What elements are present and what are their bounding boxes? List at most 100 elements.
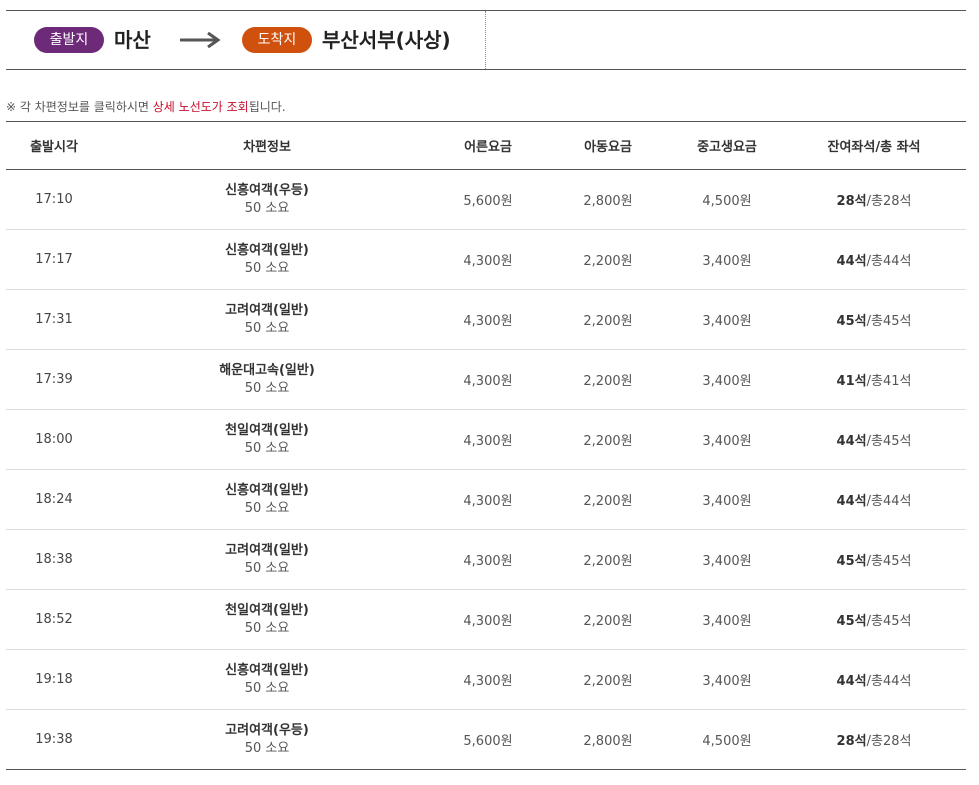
departure-time: 19:18 [35, 672, 73, 687]
adult-fare: 5,600원 [463, 194, 513, 209]
adult-fare: 4,300원 [463, 554, 513, 569]
bus-duration: 50 소요 [244, 380, 290, 396]
seats-total: /총45석 [866, 554, 912, 569]
seats-remaining: 44석 [836, 674, 867, 689]
seat-availability: 28석/총28석 [782, 730, 966, 749]
seats-total: /총44석 [866, 254, 912, 269]
bus-info[interactable]: 신흥여객(우등) 50 소요 [102, 182, 432, 218]
seats-total: /총28석 [866, 734, 912, 749]
table-header: 출발시각 차편정보 어른요금 아동요금 중고생요금 잔여좌석/총 좌석 [6, 122, 966, 170]
seats-total: /총44석 [866, 674, 912, 689]
seats-remaining: 44석 [836, 494, 867, 509]
bus-duration: 50 소요 [244, 500, 290, 516]
click-notice: ※ 각 차편정보를 클릭하시면 상세 노선도가 조회됩니다. [6, 98, 286, 115]
table-row[interactable]: 19:38 고려여객(우등) 50 소요 5,600원 2,800원 4,500원 28석/… [6, 710, 966, 769]
table-row[interactable]: 18:24 신흥여객(일반) 50 소요 4,300원 2,200원 3,400원 44석/… [6, 470, 966, 530]
adult-fare: 4,300원 [463, 374, 513, 389]
bus-company[interactable]: 고려여객(일반) [102, 542, 432, 560]
teen-fare: 3,400원 [702, 314, 752, 329]
departure-time: 18:24 [35, 492, 73, 507]
child-fare: 2,800원 [583, 194, 633, 209]
header-seats: 잔여좌석/총 좌석 [827, 140, 921, 155]
child-fare: 2,200원 [583, 554, 633, 569]
bus-company[interactable]: 천일여객(일반) [102, 422, 432, 440]
table-body: 17:10 신흥여객(우등) 50 소요 5,600원 2,800원 4,500원 28석/… [6, 170, 966, 769]
bus-company[interactable]: 신흥여객(일반) [102, 242, 432, 260]
arrow-right-icon [180, 31, 221, 49]
table-row[interactable]: 17:31 고려여객(일반) 50 소요 4,300원 2,200원 3,400원 45석/… [6, 290, 966, 350]
bus-info[interactable]: 신흥여객(일반) 50 소요 [102, 662, 432, 698]
seat-availability: 44석/총44석 [782, 250, 966, 269]
table-row[interactable]: 17:39 해운대고속(일반) 50 소요 4,300원 2,200원 3,400원 41석… [6, 350, 966, 410]
table-row[interactable]: 19:18 신흥여객(일반) 50 소요 4,300원 2,200원 3,400원 44석/… [6, 650, 966, 710]
seats-total: /총44석 [866, 494, 912, 509]
bus-company[interactable]: 신흥여객(우등) [102, 182, 432, 200]
seats-remaining: 28석 [836, 734, 867, 749]
seats-remaining: 45석 [836, 554, 867, 569]
header-adult-fare: 어른요금 [464, 140, 512, 155]
seat-availability: 45석/총45석 [782, 610, 966, 629]
departure-time: 17:10 [35, 192, 73, 207]
bus-company[interactable]: 해운대고속(일반) [102, 362, 432, 380]
arrival-terminal: 부산서부(사상) [322, 28, 451, 52]
bus-company[interactable]: 천일여객(일반) [102, 602, 432, 620]
route-summary: 출발지 마산 도착지 부산서부(사상) [6, 11, 486, 69]
schedule-table: 출발시각 차편정보 어른요금 아동요금 중고생요금 잔여좌석/총 좌석 17:1… [6, 121, 966, 770]
adult-fare: 4,300원 [463, 434, 513, 449]
teen-fare: 3,400원 [702, 614, 752, 629]
child-fare: 2,200원 [583, 374, 633, 389]
child-fare: 2,200원 [583, 314, 633, 329]
seats-total: /총41석 [866, 374, 912, 389]
seats-total: /총28석 [866, 194, 912, 209]
adult-fare: 4,300원 [463, 254, 513, 269]
departure-time: 17:17 [35, 252, 73, 267]
table-row[interactable]: 18:52 천일여객(일반) 50 소요 4,300원 2,200원 3,400원 45석/… [6, 590, 966, 650]
arrival-badge: 도착지 [242, 27, 312, 53]
teen-fare: 3,400원 [702, 554, 752, 569]
bus-info[interactable]: 신흥여객(일반) 50 소요 [102, 242, 432, 278]
bus-info[interactable]: 천일여객(일반) 50 소요 [102, 602, 432, 638]
departure-time: 19:38 [35, 732, 73, 747]
notice-prefix: ※ 각 차편정보를 클릭하시면 [6, 100, 153, 114]
bus-info[interactable]: 신흥여객(일반) 50 소요 [102, 482, 432, 518]
departure-time: 18:00 [35, 432, 73, 447]
seats-remaining: 44석 [836, 254, 867, 269]
seat-availability: 44석/총45석 [782, 430, 966, 449]
departure-time: 18:38 [35, 552, 73, 567]
bus-company[interactable]: 고려여객(일반) [102, 302, 432, 320]
seats-total: /총45석 [866, 614, 912, 629]
seats-remaining: 41석 [836, 374, 867, 389]
seats-remaining: 45석 [836, 614, 867, 629]
bus-company[interactable]: 신흥여객(일반) [102, 662, 432, 680]
teen-fare: 3,400원 [702, 674, 752, 689]
teen-fare: 3,400원 [702, 434, 752, 449]
teen-fare: 3,400원 [702, 374, 752, 389]
bus-info[interactable]: 고려여객(우등) 50 소요 [102, 722, 432, 758]
table-row[interactable]: 17:10 신흥여객(우등) 50 소요 5,600원 2,800원 4,500원 28석/… [6, 170, 966, 230]
bus-info[interactable]: 천일여객(일반) 50 소요 [102, 422, 432, 458]
seat-availability: 45석/총45석 [782, 310, 966, 329]
header-departure-time: 출발시각 [30, 140, 78, 155]
bus-duration: 50 소요 [244, 560, 290, 576]
table-row[interactable]: 17:17 신흥여객(일반) 50 소요 4,300원 2,200원 3,400원 44석/… [6, 230, 966, 290]
bus-info[interactable]: 고려여객(일반) 50 소요 [102, 542, 432, 578]
table-row[interactable]: 18:00 천일여객(일반) 50 소요 4,300원 2,200원 3,400원 44석/… [6, 410, 966, 470]
bus-info[interactable]: 해운대고속(일반) 50 소요 [102, 362, 432, 398]
adult-fare: 4,300원 [463, 314, 513, 329]
bus-company[interactable]: 신흥여객(일반) [102, 482, 432, 500]
departure-terminal: 마산 [114, 28, 151, 52]
seats-total: /총45석 [866, 314, 912, 329]
table-row[interactable]: 18:38 고려여객(일반) 50 소요 4,300원 2,200원 3,400원 45석/… [6, 530, 966, 590]
child-fare: 2,200원 [583, 434, 633, 449]
seat-availability: 45석/총45석 [782, 550, 966, 569]
seat-availability: 44석/총44석 [782, 670, 966, 689]
seat-availability: 44석/총44석 [782, 490, 966, 509]
departure-badge: 출발지 [34, 27, 104, 53]
adult-fare: 5,600원 [463, 734, 513, 749]
teen-fare: 3,400원 [702, 494, 752, 509]
bus-company[interactable]: 고려여객(우등) [102, 722, 432, 740]
bus-duration: 50 소요 [244, 260, 290, 276]
bus-info[interactable]: 고려여객(일반) 50 소요 [102, 302, 432, 338]
notice-suffix: 됩니다. [248, 100, 286, 114]
bus-duration: 50 소요 [244, 680, 290, 696]
